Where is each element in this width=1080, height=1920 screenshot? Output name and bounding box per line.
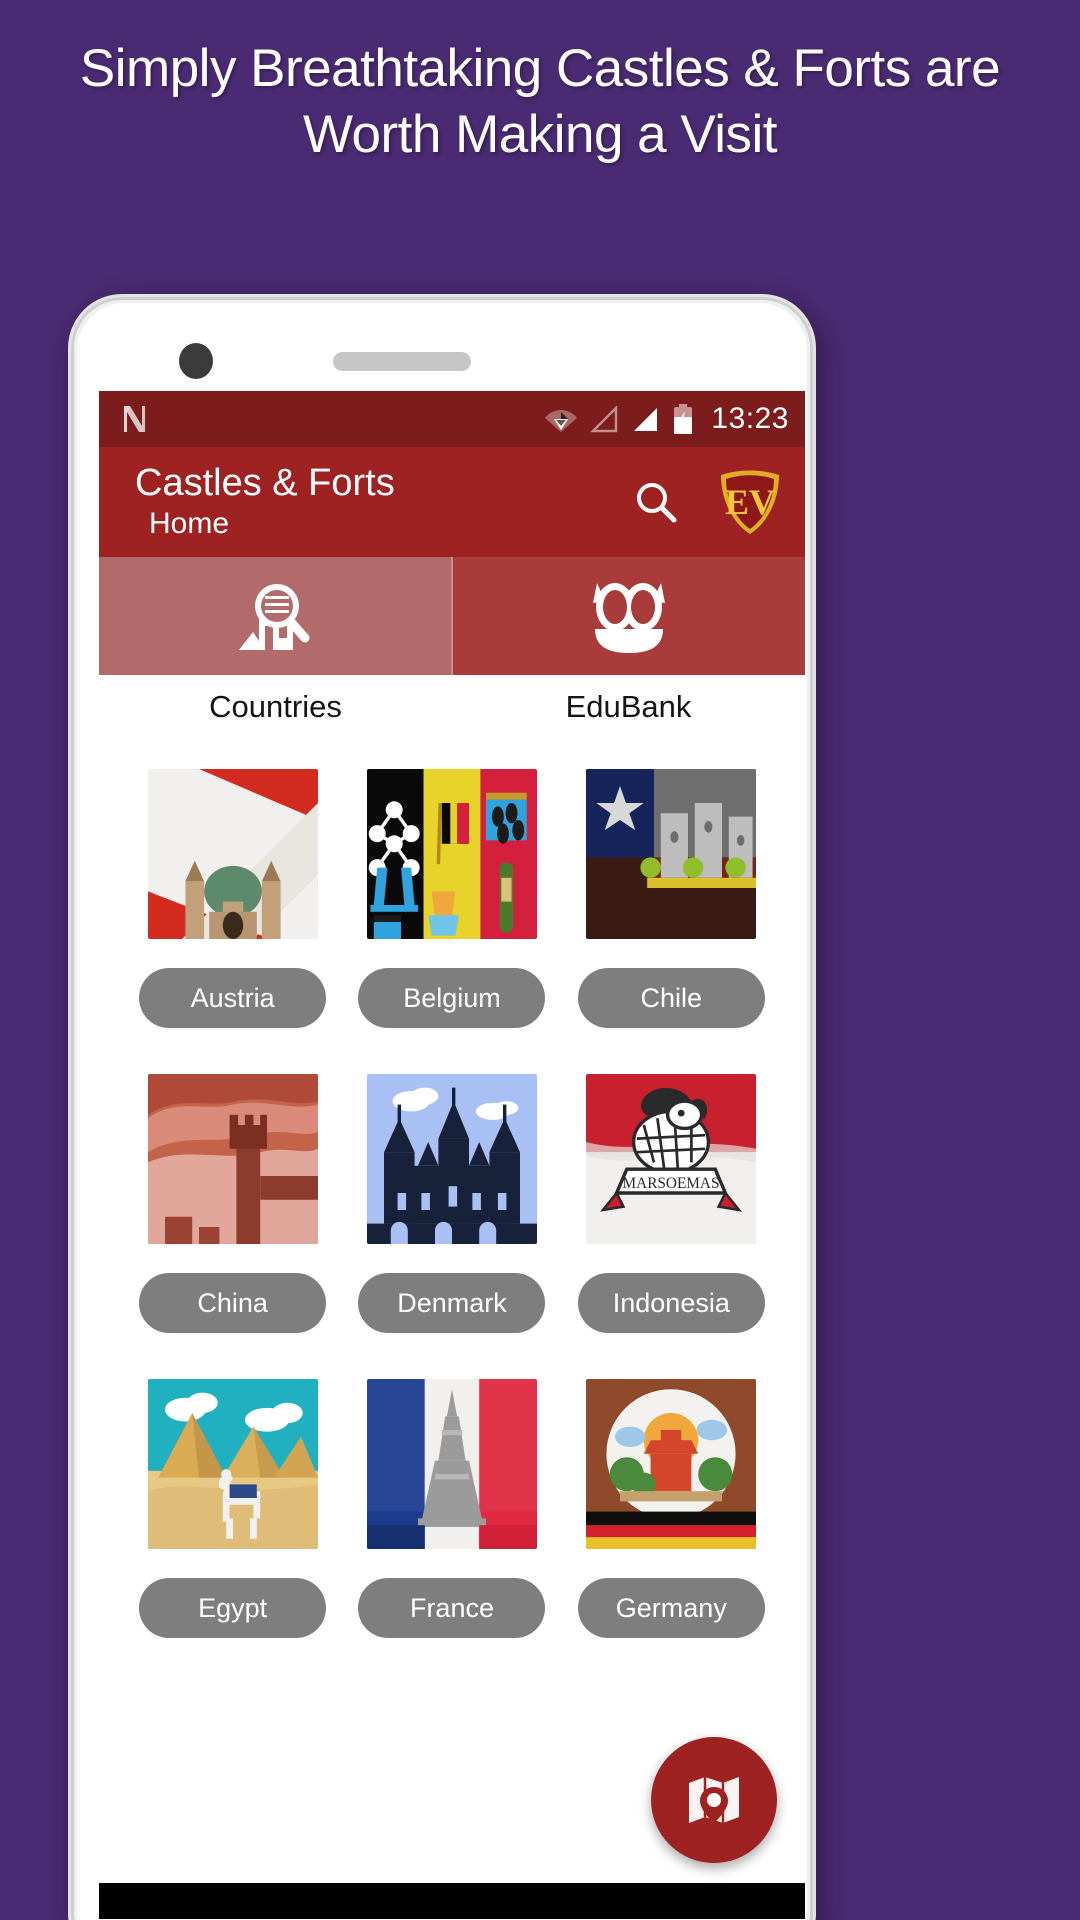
signal-full-icon — [634, 407, 658, 431]
country-cell-belgium[interactable]: Belgium — [342, 769, 561, 1074]
wifi-icon — [545, 410, 578, 432]
country-label-egypt[interactable]: Egypt — [139, 1578, 327, 1638]
thumbnail-france[interactable] — [366, 1379, 537, 1549]
front-camera — [179, 343, 213, 379]
country-cell-chile[interactable]: Chile — [562, 769, 781, 1074]
thumbnail-germany[interactable] — [586, 1379, 757, 1549]
country-label-china[interactable]: China — [139, 1273, 327, 1333]
country-label-chile[interactable]: Chile — [577, 968, 765, 1028]
country-cell-china[interactable]: China — [123, 1074, 342, 1379]
country-cell-egypt[interactable]: Egypt — [123, 1379, 342, 1684]
phone-bezel-top — [77, 303, 807, 391]
thumbnail-austria[interactable] — [147, 769, 318, 939]
country-label-indonesia[interactable]: Indonesia — [577, 1273, 765, 1333]
country-cell-austria[interactable]: Austria — [123, 769, 342, 1074]
ev-shield-logo[interactable]: EV — [717, 467, 783, 537]
android-n-logo — [124, 406, 145, 432]
phone-screen: 13:23 Castles & Forts Home EV Countries … — [99, 391, 805, 1919]
thumbnail-egypt[interactable] — [147, 1379, 318, 1549]
app-bar-actions: EV — [633, 467, 783, 537]
tab-bar — [99, 557, 805, 675]
status-clock: 13:23 — [711, 402, 789, 435]
magnifier-building-icon — [239, 584, 310, 650]
thumbnail-indonesia[interactable]: MARSOEMAS — [586, 1074, 757, 1244]
signal-empty-icon — [590, 405, 618, 432]
thumbnail-chile[interactable] — [586, 769, 757, 939]
svg-text:MARSOEMAS: MARSOEMAS — [623, 1175, 720, 1192]
svg-text:EV: EV — [725, 482, 775, 522]
android-nav-bar — [99, 1883, 805, 1919]
tab-label-edubank[interactable]: EduBank — [452, 675, 805, 739]
app-bar-titles: Castles & Forts Home — [135, 461, 395, 543]
thumbnail-belgium[interactable] — [366, 769, 537, 939]
phone-mockup: 13:23 Castles & Forts Home EV Countries … — [68, 294, 816, 1920]
battery-charging-icon — [674, 404, 693, 434]
tab-label-row: Countries EduBank — [99, 675, 805, 739]
country-label-belgium[interactable]: Belgium — [358, 968, 546, 1028]
map-pin-icon — [689, 1777, 739, 1823]
country-cell-germany[interactable]: Germany — [562, 1379, 781, 1684]
owl-icon — [593, 583, 665, 653]
country-grid: Austria Belgium Chile China Denmark MARS… — [99, 739, 805, 1684]
tab-label-countries[interactable]: Countries — [99, 675, 452, 739]
country-cell-indonesia[interactable]: MARSOEMAS Indonesia — [562, 1074, 781, 1379]
country-cell-france[interactable]: France — [342, 1379, 561, 1684]
country-label-germany[interactable]: Germany — [577, 1578, 765, 1638]
country-label-france[interactable]: France — [358, 1578, 546, 1638]
country-cell-denmark[interactable]: Denmark — [342, 1074, 561, 1379]
app-bar: Castles & Forts Home EV — [99, 447, 805, 557]
search-icon[interactable] — [633, 479, 679, 525]
app-title: Castles & Forts — [135, 462, 395, 504]
status-icons: 13:23 — [545, 402, 789, 436]
tab-edubank[interactable] — [451, 557, 805, 675]
earpiece-speaker — [333, 352, 471, 371]
thumbnail-china[interactable] — [147, 1074, 318, 1244]
page-headline: Simply Breathtaking Castles & Forts are … — [79, 39, 1001, 164]
status-bar: 13:23 — [99, 391, 805, 447]
thumbnail-denmark[interactable] — [366, 1074, 537, 1244]
app-subtitle: Home — [149, 507, 230, 540]
phone-inner: 13:23 Castles & Forts Home EV Countries … — [77, 303, 807, 1920]
country-label-austria[interactable]: Austria — [139, 968, 327, 1028]
country-label-denmark[interactable]: Denmark — [358, 1273, 546, 1333]
map-fab-button[interactable] — [651, 1737, 777, 1863]
tab-countries[interactable] — [99, 557, 451, 675]
